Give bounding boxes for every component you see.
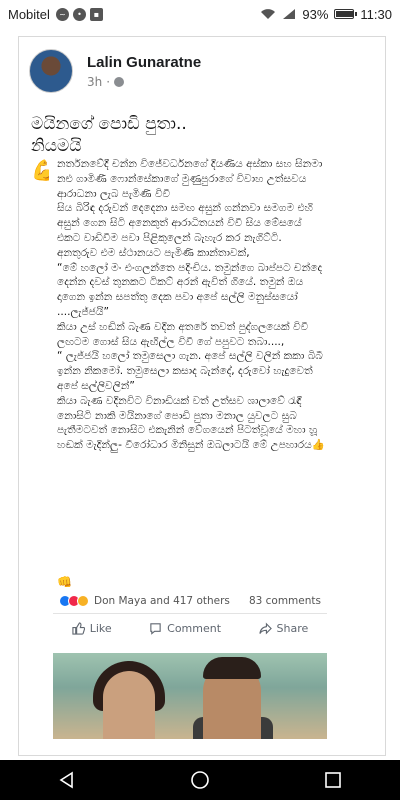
- globe-icon: [114, 76, 125, 87]
- back-button[interactable]: [47, 760, 87, 800]
- photo-person-hair: [203, 657, 261, 679]
- like-label: Like: [89, 622, 112, 635]
- shared-paragraph: “ ලැජ්ජයි හලෝ තමුසෙලා ගැන. අපේ සල්ලි වලි…: [57, 350, 323, 392]
- post-time[interactable]: 3h: [87, 75, 102, 89]
- battery-percent: 93%: [302, 6, 329, 22]
- share-button[interactable]: Share: [258, 622, 309, 635]
- comment-label: Comment: [167, 622, 222, 635]
- shared-paragraph: කියා උස් හඬින් බැණ වදින අතරේ තවත් පුද්ගල…: [57, 320, 309, 348]
- post-card: Lalin Gunaratne 3h · මයිනගේ පොඩි පුතා.. …: [18, 36, 386, 756]
- share-icon: [258, 622, 272, 635]
- haha-reaction-icon: [77, 595, 89, 607]
- back-icon: [59, 771, 73, 789]
- caption-line-1: මයිනගේ පොඩි පුතා..: [31, 114, 187, 134]
- share-label: Share: [276, 622, 309, 635]
- signal-icon: [283, 9, 296, 19]
- comment-button[interactable]: Comment: [149, 622, 221, 635]
- shared-paragraph: නර්තනවේදී චන්න විජේවර්ධනගේ දියණිය අස්කා …: [57, 158, 323, 200]
- reaction-summary[interactable]: Don Maya and 417 others 83 comments: [53, 589, 327, 614]
- wifi-icon: [261, 9, 276, 19]
- reactors-text[interactable]: Don Maya and 417 others: [94, 595, 230, 607]
- home-icon: [191, 771, 209, 789]
- messenger-icon: ~: [55, 7, 69, 21]
- recents-icon: [325, 772, 342, 788]
- carrier-label: Mobitel: [8, 6, 50, 22]
- image-icon: ▪: [89, 7, 103, 21]
- shared-paragraph: අනතුරුව එම ස්ථානයට පැමිණි කාන්තාවක්,: [57, 246, 250, 259]
- shared-paragraph: සිය බිරිඳ දරුවන් දෙදෙනා සමඟ අසුන් ගන්නවා…: [57, 202, 313, 244]
- battery-icon: [334, 9, 358, 19]
- system-nav-bar: [0, 760, 400, 800]
- post-meta: 3h ·: [87, 75, 201, 89]
- message-icon: •: [72, 7, 86, 21]
- shared-paragraph: “මේ හලෝ මං එංගලන්තෙ පදිංචිය. තමුන්ගෙ බාප…: [57, 261, 323, 318]
- action-bar: Like Comment Share: [49, 614, 331, 643]
- shared-screenshot[interactable]: නර්තනවේදී චන්න විජේවර්ධනගේ දියණිය අස්කා …: [49, 153, 331, 739]
- photo-person: [103, 671, 155, 739]
- like-icon: [72, 622, 85, 635]
- author-name[interactable]: Lalin Gunaratne: [87, 54, 201, 71]
- recents-button[interactable]: [313, 760, 353, 800]
- post-header: Lalin Gunaratne 3h ·: [19, 37, 385, 99]
- home-button[interactable]: [180, 760, 220, 800]
- separator-dot: ·: [106, 74, 111, 89]
- comments-count[interactable]: 83 comments: [249, 595, 321, 607]
- clock: 11:30: [360, 6, 392, 22]
- avatar[interactable]: [29, 49, 73, 93]
- status-bar: Mobitel ~ • ▪ 93% 11:30: [0, 0, 400, 28]
- shared-photo[interactable]: [53, 653, 327, 739]
- comment-icon: [150, 623, 161, 635]
- like-button[interactable]: Like: [72, 622, 112, 635]
- reaction-icons: [59, 595, 89, 607]
- fist-emoji: 👊: [57, 575, 72, 589]
- shared-paragraph: කියා බැණ වදිනවිට විනාඩියක් වත් උත්සව ශාල…: [57, 394, 325, 452]
- shared-post-text: නර්තනවේදී චන්න විජේවර්ධනගේ දියණිය අස්කා …: [49, 153, 331, 573]
